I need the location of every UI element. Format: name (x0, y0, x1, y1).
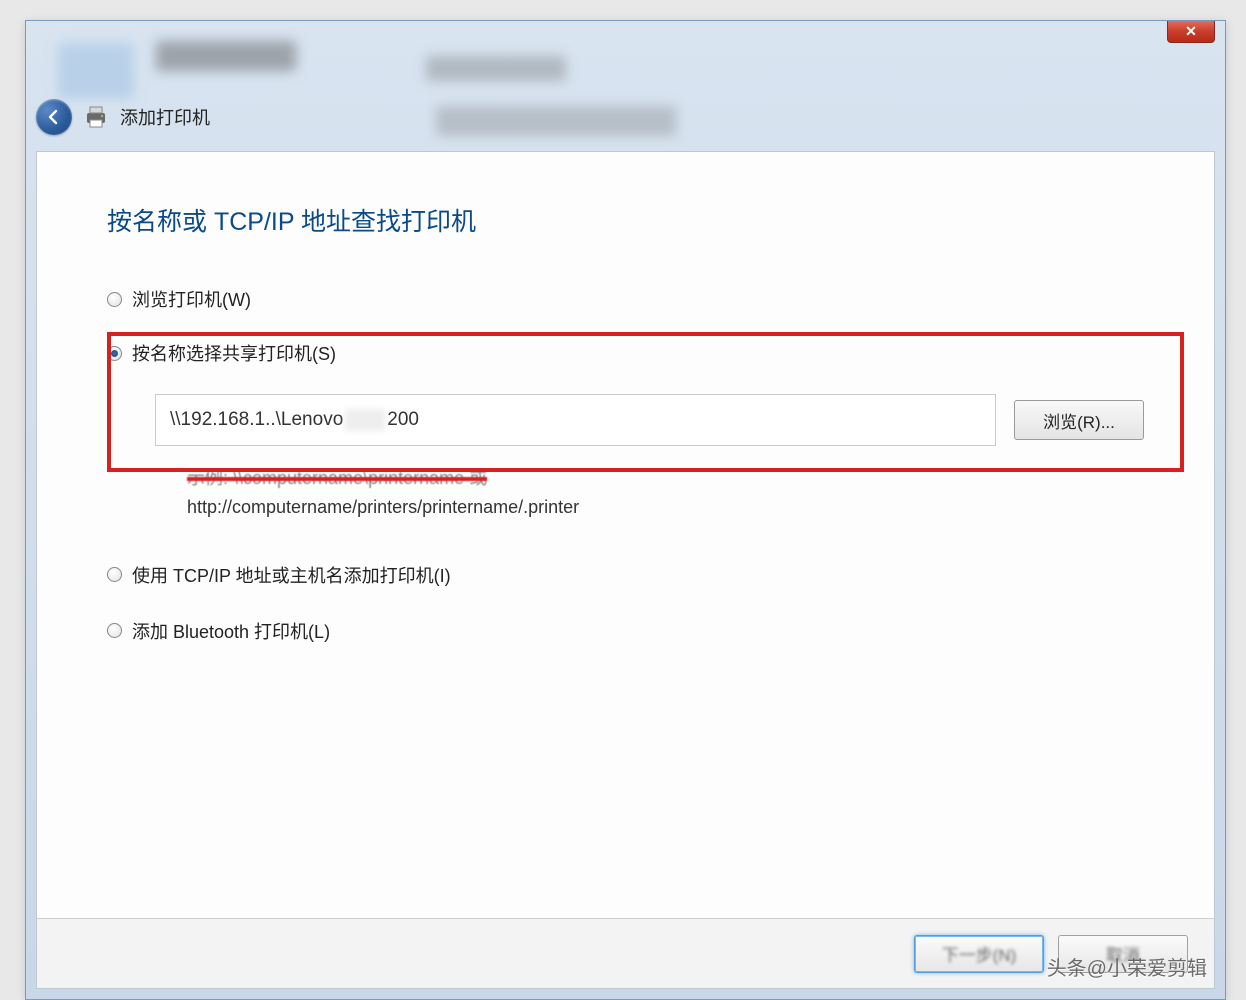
close-button[interactable]: ✕ (1167, 21, 1215, 43)
printer-path-input[interactable]: \\192.168.1..\Lenovo 200 (155, 394, 996, 446)
option-label: 浏览打印机(W) (132, 286, 251, 312)
option-browse-printers[interactable]: 浏览打印机(W) (107, 286, 1144, 312)
wizard-title: 添加打印机 (120, 104, 210, 130)
wizard-footer: 下一步(N) 取消 (37, 918, 1214, 988)
option-label: 使用 TCP/IP 地址或主机名添加打印机(I) (132, 562, 451, 588)
radio-icon (107, 623, 122, 638)
option-tcpip[interactable]: 使用 TCP/IP 地址或主机名添加打印机(I) (107, 562, 1144, 588)
back-button[interactable] (36, 99, 72, 135)
close-icon: ✕ (1185, 23, 1197, 40)
printer-path-row: \\192.168.1..\Lenovo 200 浏览(R)... (155, 394, 1144, 446)
next-button[interactable]: 下一步(N) (914, 935, 1044, 973)
radio-icon (107, 292, 122, 307)
cancel-button[interactable]: 取消 (1058, 935, 1188, 973)
browse-button[interactable]: 浏览(R)... (1014, 400, 1144, 440)
dialog-window: ✕ 添加打印机 按名称或 TCP/IP 地址查找打印机 浏览打印机(W) 按名称… (25, 20, 1226, 1000)
example-text: 示例: \\computername\printername 或 http://… (187, 464, 1144, 522)
back-arrow-icon (45, 108, 63, 126)
option-label: 按名称选择共享打印机(S) (132, 340, 336, 366)
option-select-by-name[interactable]: 按名称选择共享打印机(S) (107, 340, 1144, 366)
wizard-header: 添加打印机 (36, 99, 210, 135)
printer-icon (82, 103, 110, 131)
radio-icon (107, 567, 122, 582)
option-label: 添加 Bluetooth 打印机(L) (132, 618, 330, 644)
radio-selected-icon (107, 346, 122, 361)
example-line-2: http://computername/printers/printername… (187, 493, 1144, 522)
page-heading: 按名称或 TCP/IP 地址查找打印机 (107, 202, 1144, 238)
example-line-1: 示例: \\computername\printername 或 (187, 464, 1144, 493)
dialog-body: 按名称或 TCP/IP 地址查找打印机 浏览打印机(W) 按名称选择共享打印机(… (36, 151, 1215, 989)
option-bluetooth[interactable]: 添加 Bluetooth 打印机(L) (107, 618, 1144, 644)
obscured-text (345, 409, 385, 431)
